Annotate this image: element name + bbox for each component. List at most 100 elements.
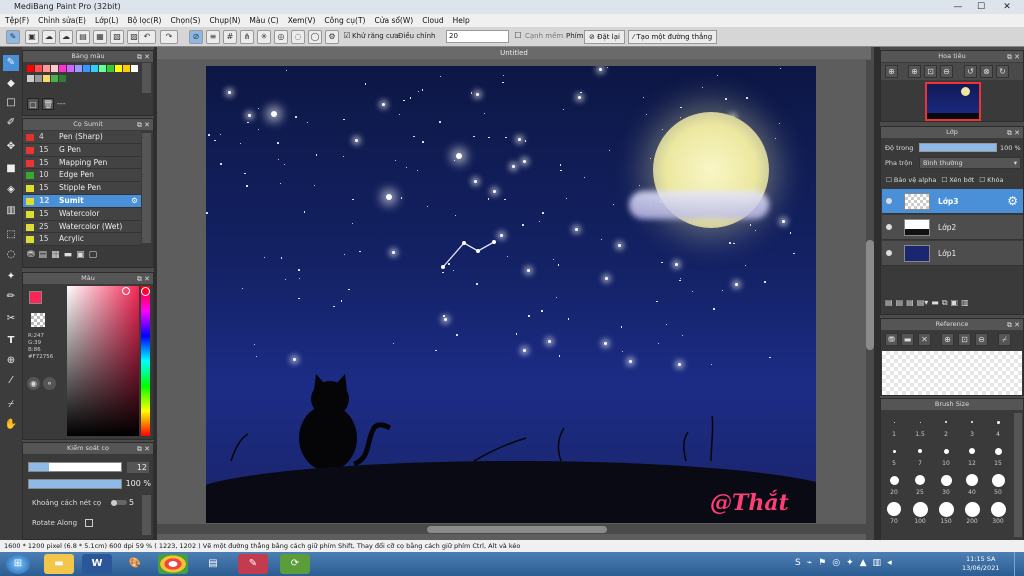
menu-item[interactable]: Cửa sổ(W) — [374, 14, 413, 27]
brush-size-option[interactable]: 1.5 — [909, 413, 931, 441]
menu-item[interactable]: Chọn(S) — [170, 14, 200, 27]
palette-swatch[interactable] — [107, 65, 114, 72]
eyedropper-tool-icon[interactable]: ⌿ — [3, 397, 19, 413]
straight-line-button[interactable]: ⁄ Tạo một đường thẳng — [628, 30, 718, 44]
foreground-color[interactable] — [29, 291, 42, 304]
sv-cursor[interactable] — [122, 287, 130, 295]
brush-scrollbar[interactable] — [142, 133, 151, 243]
document-tab[interactable]: Untitled — [157, 47, 871, 59]
palette-swatch[interactable] — [27, 75, 34, 82]
brush-settings-icon[interactable]: ⚙ — [131, 195, 138, 208]
word-icon[interactable]: W — [82, 554, 112, 574]
palette-swatch[interactable] — [59, 65, 66, 72]
brush-mode-icon[interactable]: ✎ — [6, 30, 20, 44]
palette-swatch[interactable] — [91, 65, 98, 72]
brush-item[interactable]: 15 Watercolor — [23, 207, 141, 221]
scanner-icon[interactable]: ▤ — [198, 554, 228, 574]
palette-swatch[interactable] — [115, 65, 122, 72]
fill-tool-icon[interactable]: ◈ — [3, 182, 19, 198]
size-slider[interactable] — [28, 462, 122, 472]
tray-icon[interactable]: ▲ — [860, 558, 867, 568]
smooth-checkbox[interactable]: ☐ — [514, 30, 522, 44]
chrome-icon[interactable] — [158, 554, 188, 574]
control-scrollbar[interactable] — [142, 495, 151, 535]
hand-tool-icon[interactable]: ✋ — [3, 417, 19, 433]
brush-size-option[interactable]: 70 — [883, 500, 905, 528]
brush-size-option[interactable]: 2 — [935, 413, 957, 441]
start-button[interactable]: ⊞ — [6, 554, 30, 574]
new-file-icon[interactable]: ▤ — [76, 30, 90, 44]
brush-size-option[interactable]: 15 — [987, 442, 1009, 470]
new-halftone-layer-icon[interactable]: ▤ — [896, 298, 904, 308]
tray-icon[interactable]: ◎ — [832, 558, 840, 568]
color-wheel-icon[interactable]: ◉ — [27, 377, 40, 390]
artwork-canvas[interactable]: @Thắt — [206, 66, 816, 523]
reference-zoom-out-icon[interactable]: ⊖ — [975, 333, 988, 346]
brush-size-option[interactable]: 25 — [909, 471, 931, 499]
cloud-save-icon[interactable]: ☁ — [59, 30, 73, 44]
menu-item[interactable]: Chỉnh sửa(E) — [38, 14, 86, 27]
clip-checkbox[interactable]: ☐ Xén bớt — [941, 176, 974, 184]
menu-item[interactable]: Màu (C) — [249, 14, 278, 27]
antialias-checkbox[interactable]: ☑ — [343, 30, 351, 44]
maximize-button[interactable]: ☐ — [970, 0, 992, 14]
brush-settings-icon[interactable]: ▢ — [89, 250, 98, 260]
new-folder-icon[interactable]: ▬ — [931, 298, 939, 308]
brush-size-option[interactable]: 4 — [987, 413, 1009, 441]
text-tool-icon[interactable]: T — [3, 333, 19, 349]
hue-slider[interactable] — [141, 286, 150, 436]
menu-item[interactable]: Tệp(F) — [5, 14, 29, 27]
tray-icon[interactable]: ⚑ — [818, 558, 826, 568]
circle-snap-icon[interactable]: ◎ — [274, 30, 288, 44]
dot-tool-icon[interactable]: □ — [3, 95, 19, 111]
delete-color-icon[interactable]: 🗑 — [42, 98, 54, 110]
visibility-icon[interactable] — [886, 250, 892, 256]
brush-item[interactable]: 15 Stipple Pen — [23, 182, 141, 195]
layer-opacity-slider[interactable] — [919, 143, 997, 152]
parallel-snap-icon[interactable]: ≡ — [206, 30, 220, 44]
duplicate-layer-icon[interactable]: ⧉ — [942, 298, 948, 308]
delete-brush-icon[interactable]: ▣ — [76, 250, 85, 260]
reference-fit-icon[interactable]: ⊡ — [958, 333, 971, 346]
rotate-right-icon[interactable]: ↻ — [996, 65, 1009, 78]
brush-size-option[interactable]: 1 — [883, 413, 905, 441]
transparent-color[interactable] — [31, 313, 45, 327]
skype-icon[interactable]: S — [795, 558, 801, 568]
new-brush-icon[interactable]: ▤ — [39, 250, 48, 260]
snap-settings-icon[interactable]: ⚙ — [325, 30, 339, 44]
reference-zoom-in-icon[interactable]: ⊕ — [941, 333, 954, 346]
opacity-slider[interactable] — [28, 479, 122, 489]
palette-swatch[interactable] — [27, 65, 34, 72]
menu-item[interactable]: Lớp(L) — [95, 14, 119, 27]
new-layer-icon[interactable]: ▤ — [885, 298, 893, 308]
brush-size-option[interactable]: 30 — [935, 471, 957, 499]
brush-folder-icon[interactable]: ▬ — [64, 250, 73, 260]
layer-row-1[interactable]: Lớp1 — [882, 241, 1023, 266]
divide-tool-icon[interactable]: ⁄ — [3, 373, 19, 389]
close-button[interactable]: ✕ — [996, 0, 1018, 14]
menu-item[interactable]: Cloud — [422, 14, 443, 27]
copy-brush-icon[interactable]: ▦ — [51, 250, 60, 260]
grid-snap-icon[interactable]: # — [223, 30, 237, 44]
spacing-slider[interactable] — [111, 500, 127, 506]
export-icon[interactable]: ▧ — [110, 30, 124, 44]
vertical-scroll-thumb[interactable] — [866, 240, 874, 350]
brush-item[interactable]: 15 Acrylic — [23, 233, 141, 247]
move-tool-icon[interactable]: ✥ — [3, 139, 19, 155]
palette-swatch[interactable] — [35, 75, 42, 82]
rotate-left-icon[interactable]: ↺ — [964, 65, 977, 78]
select-tool-icon[interactable]: ⬚ — [3, 227, 19, 243]
palette-scrollbar[interactable] — [142, 63, 151, 93]
new-1bit-layer-icon[interactable]: ▤▾ — [917, 298, 929, 308]
visibility-icon[interactable] — [886, 224, 892, 230]
brush-item[interactable]: 12 Sumit ⚙ — [23, 195, 141, 208]
brush-size-option[interactable]: 150 — [935, 500, 957, 528]
brush-size-option[interactable]: 10 — [935, 442, 957, 470]
hue-cursor[interactable] — [141, 287, 150, 296]
brush-size-option[interactable]: 200 — [961, 500, 983, 528]
blend-select[interactable]: Bình thường ▾ — [919, 157, 1021, 169]
gradient-tool-icon[interactable]: ▥ — [3, 203, 19, 219]
brush-item[interactable]: 10 Edge Pen — [23, 169, 141, 183]
snap-off-icon[interactable]: ⊘ — [189, 30, 203, 44]
saturation-value-picker[interactable] — [67, 286, 139, 436]
